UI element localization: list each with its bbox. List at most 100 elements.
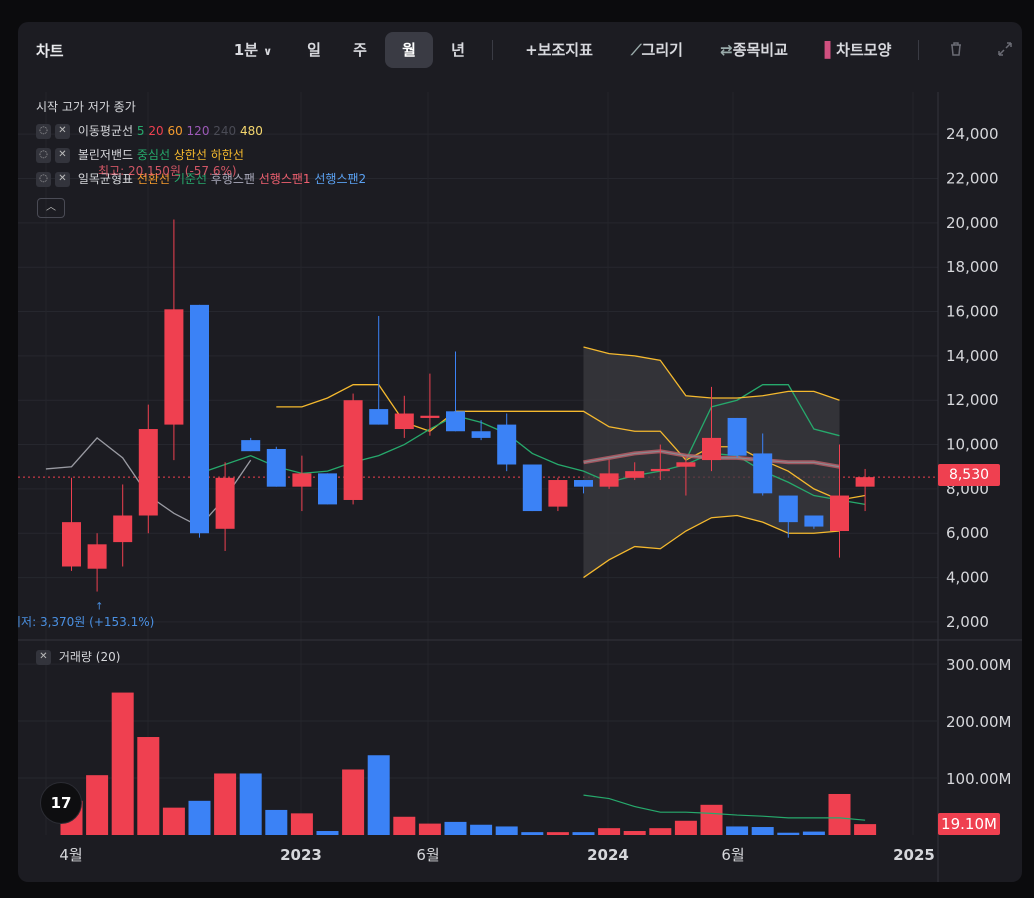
close-icon[interactable]: ✕ [55,148,70,163]
candle-body [343,400,363,500]
volume-bar [572,832,595,835]
y-tick-label: 22,000 [946,170,999,188]
eye-off-icon[interactable]: ◌ [36,124,51,139]
close-icon[interactable]: ✕ [36,650,51,665]
close-icon[interactable]: ✕ [55,124,70,139]
bb-legend[interactable]: ◌ ✕ 볼린저밴드 중심선 상한선 하한선 [36,146,244,163]
y-tick-label: 14,000 [946,347,999,365]
ichi-span1: 선행스팬1 [258,172,311,186]
volume-bar [495,826,518,835]
ma-5: 5 [136,124,145,138]
candle-body [369,409,389,425]
x-tick-label: 2024 [587,846,629,864]
last-volume-tag: 19.10M [938,813,1000,835]
y-tick-label: 12,000 [946,391,999,409]
volume-bar [214,773,237,835]
volume-bar [393,816,416,835]
volume-bar [700,804,723,835]
low-annotation: 최저: 3,370원 (+153.1%) [18,615,155,629]
candle-body [266,448,286,487]
tradingview-logo[interactable]: 17 [40,782,82,824]
bb-mid: 중심선 [136,148,170,162]
candle-body [522,464,542,512]
candle-body [574,480,593,487]
volume-bar [418,823,441,835]
candle-body [446,411,465,432]
y-tick-label: 4,000 [946,569,989,587]
volume-bar [188,800,211,835]
volume-bar [726,826,749,835]
y-tick-label: 18,000 [946,258,999,276]
ma-label: 이동평균선 [77,124,134,138]
candle-body [394,413,414,430]
volume-legend[interactable]: ✕ 거래량 (20) [36,648,120,665]
y-tick-label: 24,000 [946,125,999,143]
volume-ma-line [583,794,866,821]
y-tick-label: 16,000 [946,303,999,321]
candle-body [804,515,824,527]
vol-tick-label: 300.00M [946,656,1011,674]
x-tick-label: 6월 [721,846,744,864]
volume-bar [470,824,493,835]
volume-bar [854,824,877,835]
x-tick-label: 4월 [59,846,82,864]
volume-bar [521,832,544,835]
bb-label: 볼린저밴드 [77,148,134,162]
volume-bar [290,813,313,835]
candle-body [497,424,517,465]
volume-bar [674,820,697,835]
ma-240: 240 [213,124,237,138]
close-icon[interactable]: ✕ [55,172,70,187]
volume-bar [649,828,672,835]
candle-body [778,495,798,523]
volume-bar [828,793,851,835]
volume-label: 거래량 (20) [58,650,121,664]
ma-480: 480 [240,124,263,138]
eye-off-icon[interactable]: ◌ [36,172,51,187]
x-tick-label: 6월 [416,846,439,864]
volume-bar [265,809,288,835]
volume-bar [598,828,621,835]
ma-120: 120 [186,124,210,138]
volume-bar [751,827,774,835]
volume-bar [777,832,800,835]
candle-body [62,522,81,567]
ma-20: 20 [148,124,164,138]
volume-bar [137,737,160,835]
candle-body [650,468,670,472]
volume-bar [342,769,365,835]
candle-body [471,431,491,438]
candle-body [548,480,568,507]
candle-body [241,440,261,452]
vol-tick-label: 200.00M [946,713,1011,731]
high-annotation: 최고: 20,150원 (-57.6%) [98,164,237,178]
volume-bar [316,831,339,835]
volume-bar [444,821,467,835]
candle-body [727,417,747,456]
candle-body [190,304,209,534]
candle-body [855,477,875,487]
candle-body [113,515,133,543]
y-tick-label: 6,000 [946,524,989,542]
candle-body [292,473,312,487]
candle-body [87,544,107,569]
bb-upper: 상한선 [173,148,207,162]
ma-legend[interactable]: ◌ ✕ 이동평균선 5 20 60 120 240 480 [36,122,263,139]
ma-60: 60 [167,124,183,138]
vol-tick-label: 100.00M [946,770,1011,788]
candle-body [215,477,235,529]
candle-body [318,473,337,505]
volume-bar [802,831,825,835]
last-price-tag: 8,530 [938,464,1000,486]
volume-bar [86,775,109,835]
candle-body [420,415,440,418]
eye-off-icon[interactable]: ◌ [36,148,51,163]
ichi-span2: 선행스팬2 [314,172,367,186]
collapse-legend-button[interactable]: ︿ [37,198,65,218]
volume-bar [111,692,134,835]
candle-body [599,473,619,487]
y-tick-label: 20,000 [946,214,999,232]
volume-bar [546,832,569,835]
chart-window: 차트 1분 ∨ 일 주 월 년 +보조지표 ⟋그리기 ⇄종목비교 ▌차트모양 2… [18,22,1022,882]
x-tick-label: 2025 [893,846,935,864]
